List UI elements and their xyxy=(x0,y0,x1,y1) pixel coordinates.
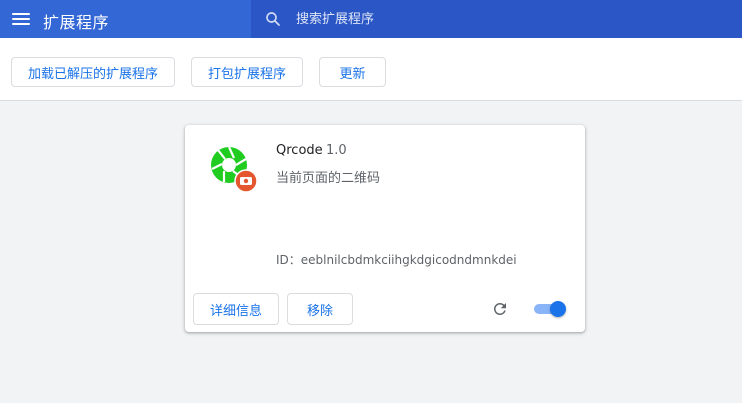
extension-name: Qrcode xyxy=(276,143,323,158)
reload-icon[interactable] xyxy=(491,300,509,318)
page-title: 扩展程序 xyxy=(43,13,110,32)
search-input[interactable] xyxy=(294,6,718,32)
load-unpacked-button[interactable]: 加载已解压的扩展程序 xyxy=(11,57,175,87)
menu-icon[interactable] xyxy=(12,11,30,27)
extension-card: Qrcode 1.0 当前页面的二维码 ID：eeblnilcbdmkciihg… xyxy=(185,125,585,332)
extension-icon xyxy=(211,146,258,193)
extension-id: ID：eeblnilcbdmkciihgkdgicodndmnkdei xyxy=(276,253,517,267)
app-header: 扩展程序 xyxy=(0,0,742,38)
details-button[interactable]: 详细信息 xyxy=(193,293,279,325)
header-title-area: 扩展程序 xyxy=(0,0,251,38)
search-icon xyxy=(266,12,280,26)
developer-toolbar: 加载已解压的扩展程序 打包扩展程序 更新 xyxy=(0,38,742,101)
remove-button[interactable]: 移除 xyxy=(287,293,353,325)
enable-toggle[interactable] xyxy=(534,301,566,317)
camera-badge-icon xyxy=(234,169,258,193)
toggle-knob xyxy=(550,301,566,317)
pack-extension-button[interactable]: 打包扩展程序 xyxy=(191,57,303,87)
extension-version: 1.0 xyxy=(326,143,347,158)
extension-description: 当前页面的二维码 xyxy=(276,171,381,186)
update-button[interactable]: 更新 xyxy=(319,57,386,87)
